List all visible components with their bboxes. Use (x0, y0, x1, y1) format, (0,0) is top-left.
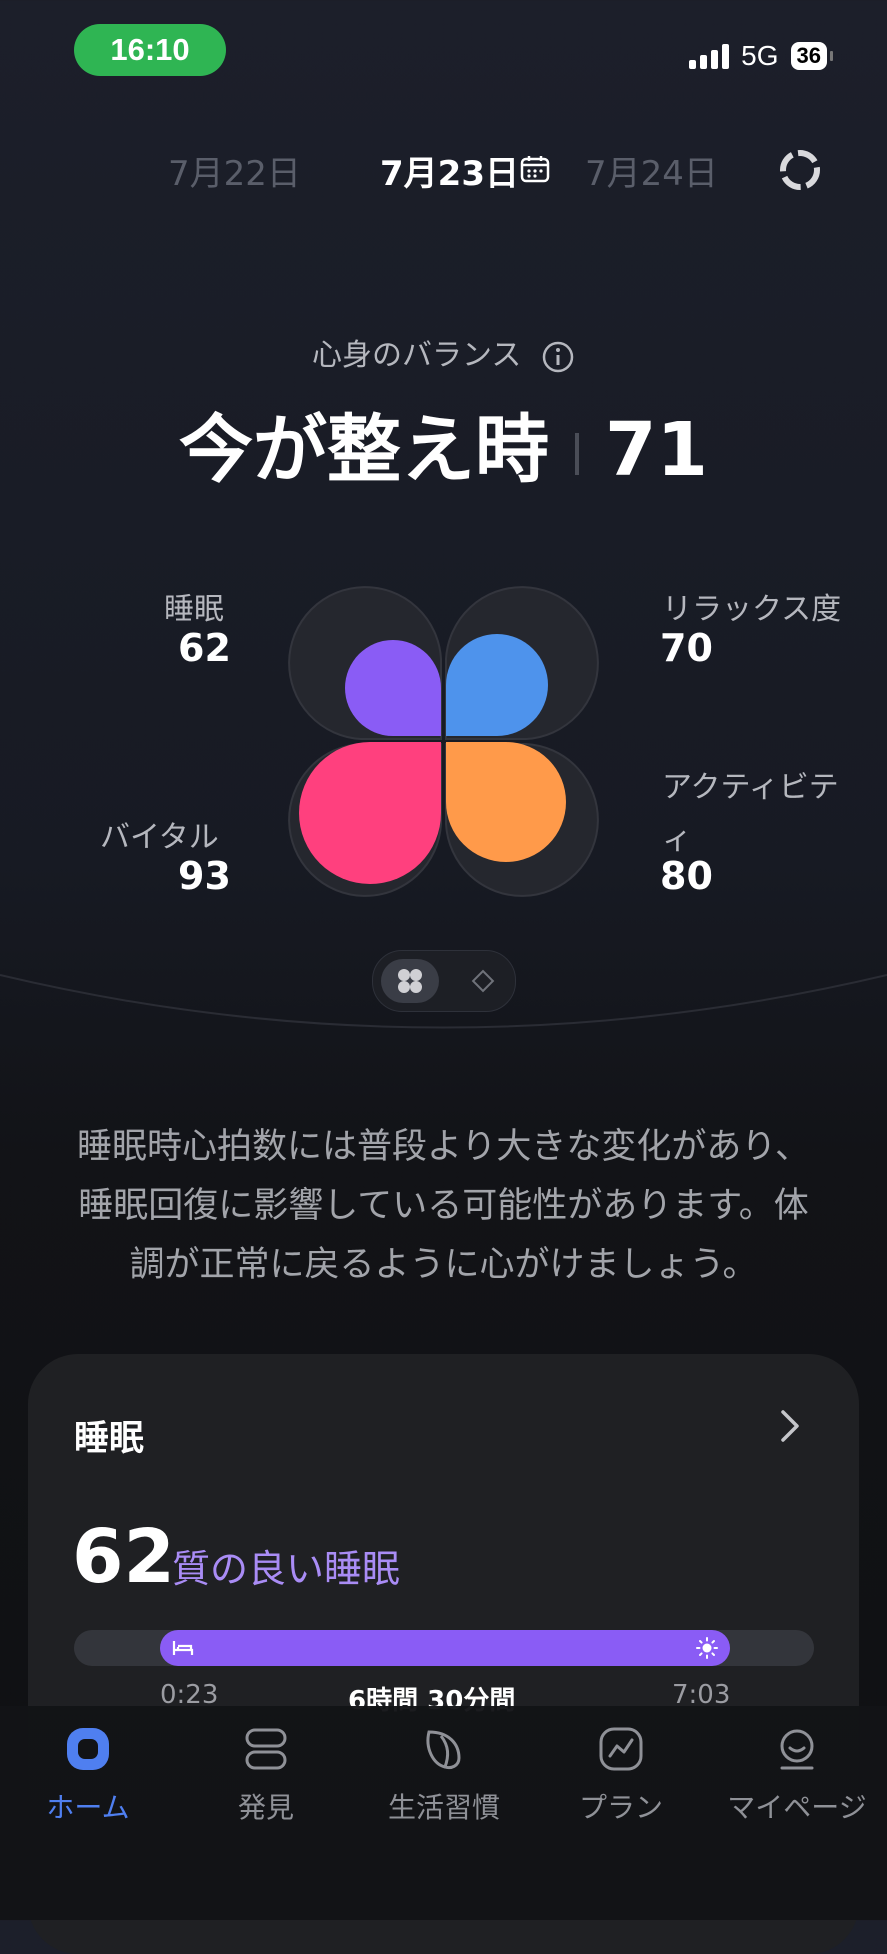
metric-vital-label: バイタル (100, 820, 219, 855)
sleep-bar (160, 1630, 730, 1666)
signal-icon (689, 43, 730, 69)
relax-petal (446, 634, 548, 736)
tab-home[interactable]: ホーム (3, 1724, 173, 1826)
balance-headline: 今が整え時 71 (0, 390, 887, 497)
vital-petal (299, 742, 441, 884)
sleep-quality-label: 質の良い睡眠 (172, 1547, 401, 1591)
info-icon[interactable] (541, 340, 575, 374)
tab-label: ホーム (46, 1791, 130, 1824)
bed-icon (172, 1641, 194, 1655)
sleep-card-score: 62 (72, 1514, 175, 1600)
balance-label: 心身のバランス (312, 338, 522, 373)
metric-activity-label: アクティビテ (662, 770, 839, 805)
home-icon (67, 1728, 109, 1770)
insight-line: 睡眠回復に影響している可能性があります。体 (78, 1186, 809, 1226)
date-next[interactable]: 7月24日 (585, 146, 718, 195)
metric-activity-label-cont: ィ (662, 822, 692, 857)
habits-icon (426, 1730, 461, 1770)
sleep-card-title: 睡眠 (74, 1419, 145, 1459)
bottom-tab-bar: ホーム 発見 生活習慣 プラン マイページ (0, 1706, 887, 1920)
chevron-right-icon[interactable] (779, 1408, 801, 1444)
tab-label: 生活習慣 (387, 1791, 500, 1824)
tab-label: プラン (578, 1791, 663, 1824)
sleep-petal (345, 640, 441, 736)
divider (575, 433, 579, 476)
balance-label-row: 心身のバランス (0, 330, 887, 374)
date-prev[interactable]: 7月22日 (168, 146, 301, 195)
view-toggle[interactable] (372, 950, 516, 1012)
balance-score: 71 (605, 407, 708, 493)
tab-label: マイページ (727, 1791, 867, 1824)
discover-icon (245, 1728, 287, 1770)
network-type: 5G (741, 40, 779, 71)
tab-label: 発見 (237, 1791, 294, 1824)
plan-icon (599, 1727, 643, 1771)
sleep-timeline (74, 1630, 814, 1666)
metric-relax-label: リラックス度 (662, 592, 842, 627)
mypage-icon (780, 1729, 814, 1770)
tab-mypage[interactable]: マイページ (712, 1724, 882, 1826)
status-time: 16:10 (74, 24, 226, 76)
battery-level: 36 (790, 42, 834, 70)
metric-sleep-value: 62 (178, 626, 231, 670)
date-selector: 7月22日 7月23日 7月24日 (0, 140, 887, 200)
activity-petal (446, 742, 566, 862)
clover-view-option[interactable] (381, 959, 439, 1003)
balance-status: 今が整え時 (179, 407, 549, 493)
tab-habits[interactable]: 生活習慣 (359, 1724, 529, 1826)
metric-sleep-label: 睡眠 (164, 592, 224, 627)
balance-clover-chart[interactable] (286, 584, 601, 899)
sun-icon (696, 1637, 718, 1659)
insight-line: 調が正常に戻るように心がけましょう。 (129, 1245, 758, 1285)
insight-text: 睡眠時心拍数には普段より大きな変化があり、 睡眠回復に影響している可能性がありま… (40, 1118, 847, 1295)
calendar-icon[interactable] (520, 154, 550, 184)
tab-discover[interactable]: 発見 (181, 1724, 351, 1826)
status-indicators: 5G 36 (689, 40, 834, 72)
clover-icon (398, 969, 422, 993)
tab-plan[interactable]: プラン (536, 1724, 706, 1826)
diamond-view-icon[interactable] (471, 969, 495, 993)
date-current[interactable]: 7月23日 (380, 146, 519, 195)
loading-ring-icon[interactable] (778, 148, 822, 192)
insight-line: 睡眠時心拍数には普段より大きな変化があり、 (77, 1127, 810, 1167)
metric-relax-value: 70 (660, 626, 713, 670)
